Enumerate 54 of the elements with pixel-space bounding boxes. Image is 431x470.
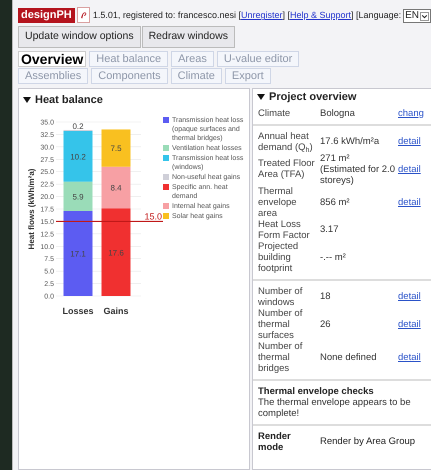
detail-link[interactable]: detail — [398, 318, 431, 330]
header-link[interactable]: Help & Support — [290, 9, 352, 23]
detail-link[interactable]: detail — [398, 164, 431, 175]
property-label: Heat Loss Form Factor — [258, 218, 311, 241]
logo: designPH — [18, 8, 75, 23]
category-label: Losses — [62, 306, 94, 316]
property-value: Bologna — [320, 108, 356, 119]
property-value: 271 m² (Estimated for 2.0 storeys) — [320, 152, 396, 186]
property-value: 17.6 kWh/m²a — [320, 136, 380, 148]
panel-title: Heat balance — [35, 92, 103, 108]
property-label: Render mode — [258, 430, 292, 453]
property-value: 18 — [320, 291, 332, 302]
bar-value-label: 7.5 — [110, 144, 122, 154]
detail-link[interactable]: detail — [398, 136, 431, 148]
detail-link[interactable]: detail — [398, 196, 431, 208]
property-value: Render by Area Group — [320, 436, 416, 448]
property-value: 26 — [320, 318, 332, 330]
bar-value-label: 8.4 — [110, 184, 122, 193]
registration-line: 1.5.01, registered to: francesco.nesi [Unregister] [Help & Support] [Language: EN — [92, 9, 431, 23]
category-label: Gains — [104, 306, 128, 316]
property-value: None defined — [320, 352, 378, 363]
tab[interactable]: Overview — [18, 50, 86, 67]
bar-value-label: 0.2 — [72, 122, 84, 132]
property-label: Number of thermal bridges — [258, 340, 304, 374]
panel-title: Project overview — [269, 92, 356, 103]
property-value: 856 m² — [320, 196, 351, 208]
property-label: Projected building footprint — [258, 240, 300, 274]
bar-value-label: 5.9 — [72, 192, 84, 202]
property-label: Annual heat demand (Q$_{h}$) — [258, 130, 314, 153]
property-value: -.-- m² — [320, 252, 347, 263]
property-label: Number of windows — [258, 286, 304, 308]
toolbar-button[interactable]: Redraw windows — [142, 26, 235, 48]
bar-value-label: 17.1 — [70, 250, 86, 259]
caret-icon[interactable] — [257, 93, 265, 102]
property-value: 3.17 — [320, 224, 340, 236]
property-label: Thermal envelope area — [258, 186, 298, 219]
y-axis-label: Heat flows (kWh/m²a) — [27, 168, 36, 250]
language-select[interactable]: EN — [403, 9, 431, 23]
dropdown-caret-icon — [420, 12, 429, 20]
caret-icon[interactable] — [23, 96, 31, 104]
bar-value-label: 17.6 — [108, 248, 124, 258]
header-link[interactable]: Unregister — [240, 9, 282, 23]
script-p-logo-icon — [76, 7, 90, 23]
bar-value-label: 10.2 — [70, 152, 86, 162]
section-title: Thermal envelope checks — [258, 386, 375, 397]
property-label: Number of thermal surfaces — [258, 308, 304, 341]
check-result-text: The thermal envelope appears to be complete! — [258, 396, 412, 419]
detail-link[interactable]: chang — [398, 108, 431, 119]
property-label: Climate — [258, 108, 292, 119]
detail-link[interactable]: detail — [398, 352, 431, 363]
property-label: Treated Floor Area (TFA) — [258, 158, 316, 180]
threshold-label: 15.0 — [144, 212, 162, 222]
detail-link[interactable]: detail — [398, 291, 431, 302]
toolbar-button[interactable]: Update window options — [18, 26, 141, 48]
